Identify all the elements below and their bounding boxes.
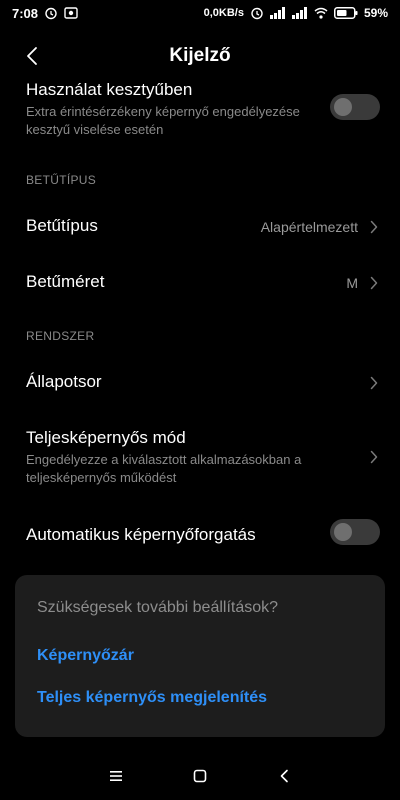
- chevron-right-icon: [368, 220, 380, 234]
- status-bar: 7:08 0,0KB/s 59%: [0, 0, 400, 26]
- page-header: Kijelző: [0, 36, 400, 76]
- home-square-icon: [193, 769, 207, 783]
- status-bar-right: 0,0KB/s 59%: [204, 6, 388, 20]
- nav-back-button[interactable]: [274, 766, 294, 786]
- font-size-title: Betűméret: [26, 272, 105, 291]
- fullscreen-mode-title: Teljesképernyős mód: [26, 428, 186, 447]
- toggle-knob: [334, 523, 352, 541]
- status-time: 7:08: [12, 5, 39, 21]
- section-label-font: BETŰTÍPUS: [26, 173, 97, 187]
- photo-icon: [64, 6, 78, 20]
- font-row[interactable]: Betűtípus Alapértelmezett: [0, 216, 400, 240]
- section-label-system: RENDSZER: [26, 329, 95, 343]
- auto-rotate-toggle[interactable]: [330, 519, 380, 545]
- font-size-value: M: [346, 275, 358, 291]
- more-settings-question: Szükségesek további beállítások?: [37, 599, 279, 616]
- page-title: Kijelző: [169, 45, 231, 66]
- chevron-right-icon: [368, 450, 380, 464]
- fullscreen-display-link[interactable]: Teljes képernyős megjelenítés: [37, 689, 267, 707]
- back-button[interactable]: [20, 44, 44, 68]
- glove-mode-title: Használat kesztyűben: [26, 80, 193, 99]
- chevron-right-icon: [368, 276, 380, 290]
- glove-mode-row[interactable]: Használat kesztyűben Extra érintésérzéke…: [0, 80, 400, 139]
- back-triangle-icon: [280, 769, 288, 783]
- status-bar-title: Állapotsor: [26, 372, 102, 391]
- menu-button[interactable]: [106, 766, 126, 786]
- signal-icon: [269, 7, 286, 19]
- network-speed: 0,0KB/s: [203, 7, 244, 19]
- status-bar-row[interactable]: Állapotsor: [0, 372, 400, 396]
- glove-mode-subtitle: Extra érintésérzékeny képernyő engedélye…: [26, 104, 300, 137]
- navigation-bar: [0, 752, 400, 800]
- fullscreen-mode-row[interactable]: Teljesképernyős mód Engedélyezze a kivál…: [0, 428, 400, 487]
- status-bar-left: 7:08: [12, 6, 78, 21]
- menu-icon: [110, 771, 122, 781]
- chevron-right-icon: [368, 376, 380, 390]
- auto-rotate-row[interactable]: Automatikus képernyőforgatás: [0, 519, 400, 548]
- glove-mode-toggle[interactable]: [330, 94, 380, 120]
- back-chevron-icon: [27, 47, 37, 65]
- alarm-icon: [250, 6, 264, 20]
- home-button[interactable]: [190, 766, 210, 786]
- wifi-icon: [314, 7, 328, 19]
- fullscreen-mode-subtitle: Engedélyezze a kiválasztott alkalmazások…: [26, 452, 302, 485]
- font-size-row[interactable]: Betűméret M: [0, 272, 400, 296]
- signal-4g-icon: [291, 7, 308, 19]
- auto-rotate-title: Automatikus képernyőforgatás: [26, 525, 256, 544]
- battery-icon: [333, 7, 358, 19]
- alarm-icon: [44, 6, 58, 20]
- toggle-knob: [334, 98, 352, 116]
- font-value: Alapértelmezett: [260, 219, 358, 235]
- battery-percent: 59%: [363, 6, 388, 20]
- lock-screen-link[interactable]: Képernyőzár: [37, 647, 134, 665]
- more-settings-card: Szükségesek további beállítások? Képerny…: [15, 575, 385, 737]
